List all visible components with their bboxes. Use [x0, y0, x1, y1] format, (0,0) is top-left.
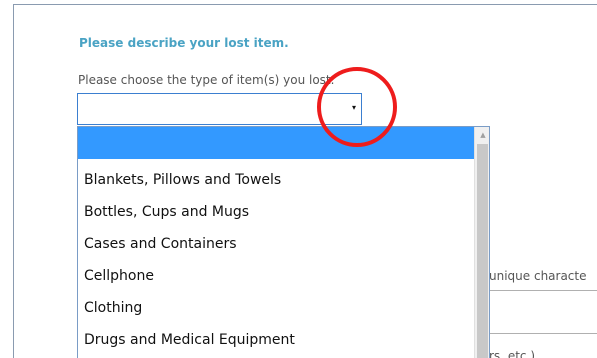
option-blank[interactable] [78, 127, 474, 159]
form-heading: Please describe your lost item. [79, 36, 289, 50]
option-cases-containers[interactable]: Cases and Containers [78, 228, 474, 260]
item-type-label: Please choose the type of item(s) you lo… [78, 73, 335, 87]
option-bottles-cups-mugs[interactable]: Bottles, Cups and Mugs [78, 196, 474, 228]
characteristics-field[interactable] [489, 290, 597, 334]
option-cellphone[interactable]: Cellphone [78, 260, 474, 292]
item-type-options-list[interactable]: Blankets, Pillows and Towels Bottles, Cu… [77, 126, 490, 358]
characteristics-label: unique characte [489, 269, 587, 283]
scroll-up-icon[interactable]: ▲ [475, 127, 489, 143]
item-type-select[interactable] [77, 93, 362, 125]
option-blankets-pillows-towels[interactable]: Blankets, Pillows and Towels [78, 164, 474, 196]
page: Please describe your lost item. Please c… [0, 0, 597, 358]
option-clothing[interactable]: Clothing [78, 292, 474, 324]
chevron-down-icon[interactable]: ▾ [352, 104, 356, 112]
options-scrollbar[interactable]: ▲ [474, 127, 489, 358]
examples-label: rs, etc.) [489, 349, 535, 358]
scroll-thumb[interactable] [477, 144, 488, 358]
option-drugs-medical-equipment[interactable]: Drugs and Medical Equipment [78, 324, 474, 356]
